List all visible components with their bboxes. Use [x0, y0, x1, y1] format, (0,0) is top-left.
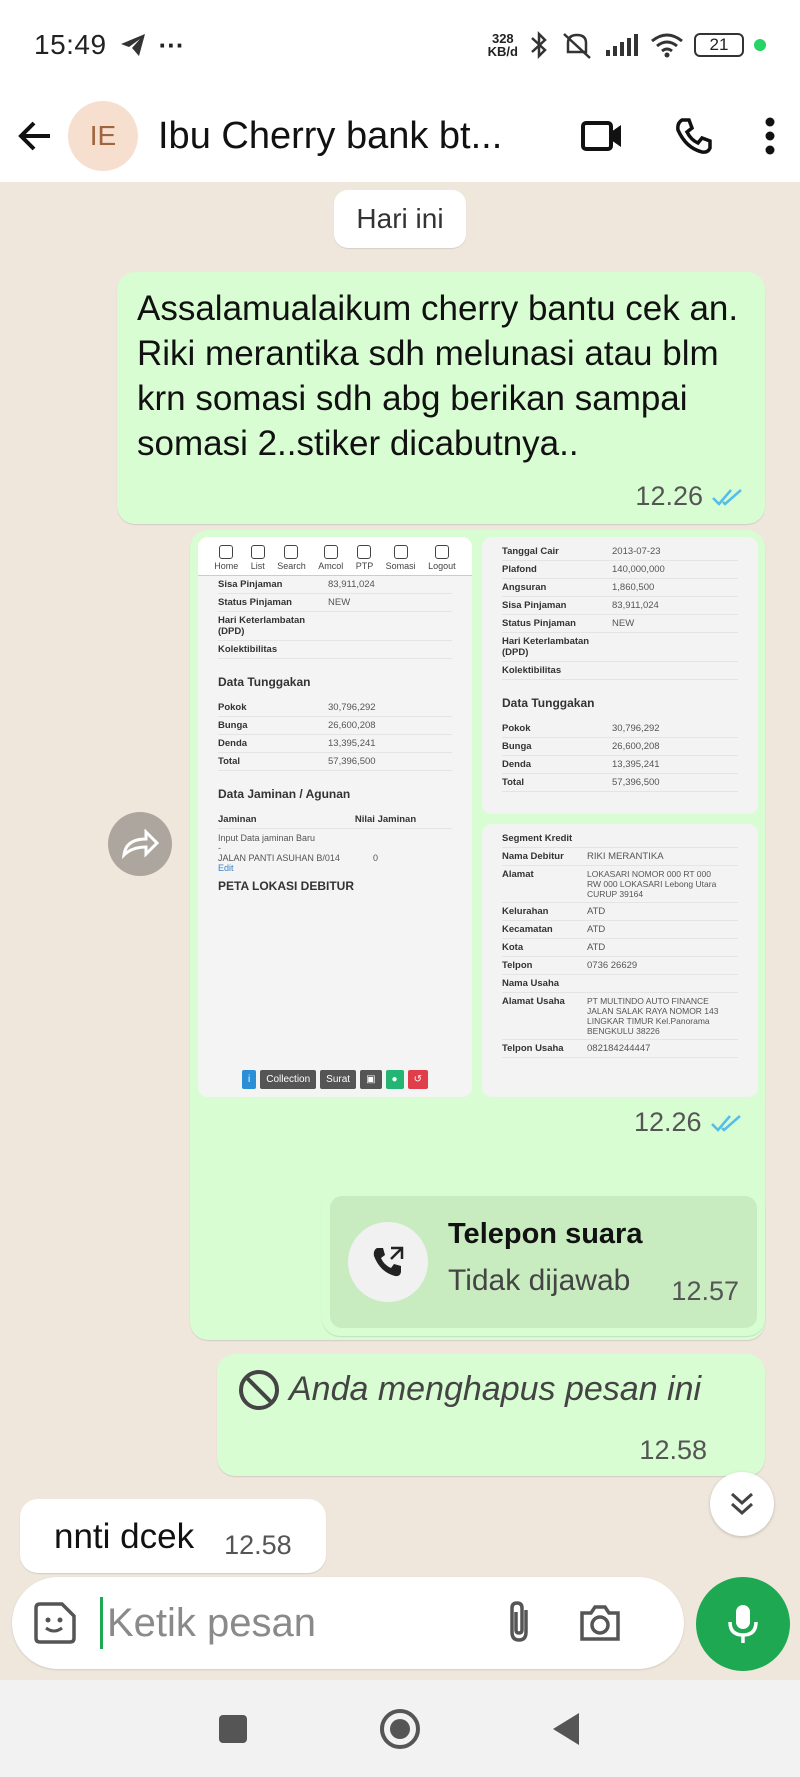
screenshot-panel-left: Home List Search Amcol PTP Somasi Logout…: [198, 537, 472, 1097]
contact-avatar[interactable]: IE: [68, 101, 138, 171]
sticker-icon[interactable]: [32, 1600, 78, 1646]
chat-area[interactable]: Hari ini Assalamualaikum cherry bantu ce…: [0, 182, 800, 1577]
deleted-message[interactable]: Anda menghapus pesan ini 12.58: [217, 1354, 765, 1476]
camera-icon[interactable]: [578, 1603, 622, 1643]
scroll-to-bottom-button[interactable]: [710, 1472, 774, 1536]
message-composer[interactable]: Ketik pesan: [12, 1577, 684, 1669]
outgoing-call-icon: [373, 1246, 404, 1277]
message-time: 12.58: [224, 1529, 292, 1560]
incoming-message[interactable]: nnti dcek 12.58: [20, 1499, 326, 1573]
chat-header: IE Ibu Cherry bank bt...: [0, 90, 800, 182]
message-time: 12.26: [635, 481, 703, 511]
home-icon[interactable]: [379, 1708, 421, 1750]
panel-button-bar: i Collection Surat ▣ ● ↺: [198, 1070, 472, 1089]
status-time: 15:49: [34, 29, 107, 60]
call-title: Telepon suara: [448, 1218, 643, 1250]
message-text: nnti dcek: [54, 1516, 195, 1556]
deleted-text: Anda menghapus pesan ini: [289, 1370, 702, 1408]
call-status: Tidak dijawab: [448, 1264, 631, 1297]
privacy-dot: [754, 39, 766, 51]
more-options-icon[interactable]: [764, 117, 776, 155]
double-check-icon: [710, 1114, 741, 1132]
screenshot-panel-right-top: Tanggal Cair 2013-07-23 Plafond 140,000,00…: [482, 537, 758, 814]
voice-call-icon[interactable]: [674, 116, 714, 156]
bluetooth-icon: [531, 30, 547, 60]
date-divider: Hari ini: [334, 190, 466, 248]
message-input[interactable]: Ketik pesan: [100, 1597, 490, 1649]
back-icon[interactable]: [551, 1711, 583, 1747]
status-bar: 15:49 ··· 328 KB/d 21: [0, 0, 800, 90]
screenshot-panel-right-bottom: Segment Kredit Nama Debitur RIKI MERANTIK…: [482, 824, 758, 1097]
message-time: 12.58: [639, 1435, 707, 1465]
mute-icon: [563, 33, 591, 59]
net-speed: 328 KB/d: [487, 31, 518, 59]
outgoing-call-message[interactable]: Telepon suara Tidak dijawab 12.57: [322, 1188, 765, 1336]
status-more: ···: [158, 29, 185, 60]
back-arrow-icon[interactable]: [16, 117, 54, 155]
app-navbar: Home List Search Amcol PTP Somasi Logout: [198, 537, 472, 576]
wifi-icon: [651, 33, 683, 58]
system-navigation-bar: [0, 1680, 800, 1777]
message-time: 12.57: [671, 1276, 739, 1306]
battery-indicator: 21: [694, 33, 744, 57]
image-attachment[interactable]: Home List Search Amcol PTP Somasi Logout…: [198, 537, 758, 1102]
voice-message-button[interactable]: [696, 1577, 790, 1671]
message-time: 12.26: [634, 1107, 702, 1137]
double-check-icon: [712, 488, 742, 506]
recent-apps-icon[interactable]: [217, 1713, 249, 1745]
outgoing-message[interactable]: Assalamualaikum cherry bantu cek an. Rik…: [117, 272, 765, 524]
blocked-icon: [239, 1370, 279, 1410]
contact-name[interactable]: Ibu Cherry bank bt...: [158, 115, 528, 158]
attachment-icon[interactable]: [502, 1600, 538, 1646]
call-icon-circle: [348, 1222, 428, 1302]
message-text: Assalamualaikum cherry bantu cek an. Rik…: [137, 289, 739, 463]
microphone-icon: [728, 1605, 758, 1643]
forward-icon: [121, 829, 160, 859]
telegram-icon: [120, 34, 145, 56]
double-chevron-down-icon: [730, 1492, 754, 1516]
video-call-icon[interactable]: [580, 119, 624, 153]
forward-button[interactable]: [108, 812, 172, 876]
signal-icon: [606, 34, 638, 56]
